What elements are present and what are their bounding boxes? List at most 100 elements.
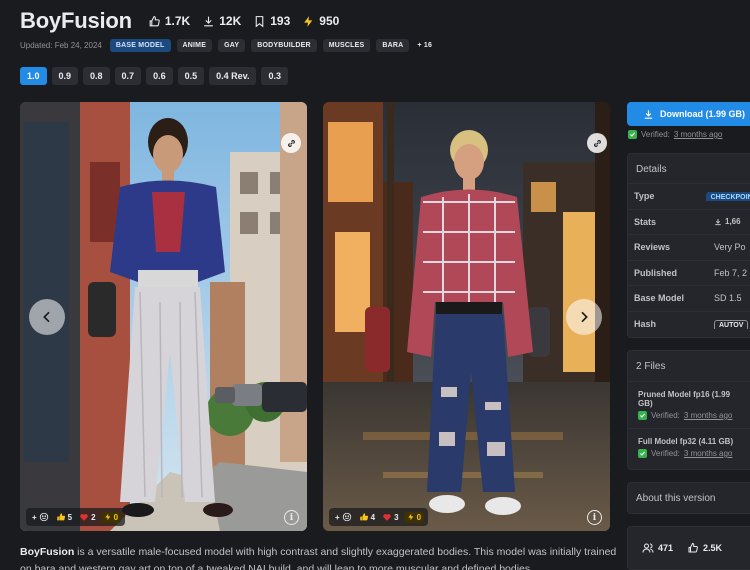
link-icon <box>593 139 601 147</box>
heart-reaction[interactable]: 3 <box>380 512 400 522</box>
title-row: BoyFusion 1.7K 12K 193 950 <box>20 6 339 36</box>
likes-stat: 1.7K <box>148 14 190 28</box>
file-name: Full Model fp32 (4.11 GB) <box>638 437 734 446</box>
details-panel: Details Type CHECKPOINT Stats 1,66 Revie… <box>627 153 750 338</box>
verified-label: Verified: <box>641 130 670 139</box>
version-tab[interactable]: 0.7 <box>114 67 142 85</box>
link-icon <box>287 139 295 147</box>
file-item[interactable]: Pruned Model fp16 (1.99 GB) Verified: 3 … <box>628 381 750 428</box>
thumbs-up-emoji-icon <box>359 513 368 521</box>
buzz-tip-button[interactable]: 0 <box>403 511 425 523</box>
version-tab[interactable]: 0.6 <box>146 67 173 85</box>
updated-date: Updated: Feb 24, 2024 <box>20 40 102 50</box>
thumbs-up-icon <box>688 542 698 553</box>
buzz-stat: 950 <box>302 14 339 28</box>
files-title[interactable]: 2 Files <box>628 351 750 381</box>
details-title[interactable]: Details <box>628 154 750 184</box>
more-tags-button[interactable]: + 16 <box>415 39 434 52</box>
heart-reaction[interactable]: 2 <box>77 512 97 522</box>
bookmarks-count: 193 <box>270 14 291 28</box>
link-button[interactable] <box>587 133 607 153</box>
version-selector: 1.0 0.9 0.8 0.7 0.6 0.5 0.4 Rev. 0.3 <box>20 67 288 85</box>
download-icon <box>715 218 721 225</box>
detail-key: Base Model <box>634 293 685 304</box>
tag-bara[interactable]: BARA <box>376 38 410 52</box>
download-icon <box>644 109 653 119</box>
heart-icon <box>383 514 391 521</box>
published-value: Feb 7, 2 <box>714 267 748 278</box>
thumbs-reaction[interactable]: 5 <box>54 512 74 522</box>
plus-icon: + <box>335 512 340 522</box>
info-icon: i <box>592 512 597 523</box>
bolt-icon <box>407 513 413 521</box>
version-tab[interactable]: 0.8 <box>83 67 110 85</box>
verified-time-link[interactable]: 3 months ago <box>674 130 722 139</box>
verified-status: Verified: 3 months ago <box>628 130 722 139</box>
detail-row-hash: Hash AUTOV <box>628 312 750 338</box>
thumbs-count: 4 <box>370 512 376 522</box>
users-count: 471 <box>658 543 674 553</box>
file-item[interactable]: Full Model fp32 (4.11 GB) Verified: 3 mo… <box>628 428 750 466</box>
tag-bodybuilder[interactable]: BODYBUILDER <box>251 38 317 52</box>
buzz-count: 0 <box>113 512 119 522</box>
info-icon: i <box>289 512 294 523</box>
about-version-panel[interactable]: About this version <box>627 482 750 514</box>
chevron-left-icon <box>43 311 50 323</box>
version-tab[interactable]: 0.9 <box>51 67 79 85</box>
about-title: About this version <box>636 493 716 504</box>
likes-stat[interactable]: 2.5K <box>687 542 722 554</box>
reviews-value[interactable]: Very Po <box>714 242 746 252</box>
plus-icon: + <box>32 512 37 522</box>
thumbs-count: 5 <box>67 512 73 522</box>
add-reaction-button[interactable]: + <box>333 512 354 522</box>
detail-key: Stats <box>634 216 657 227</box>
version-tab[interactable]: 1.0 <box>20 67 47 85</box>
reaction-bar: + 5 2 0 <box>26 508 126 526</box>
model-description: BoyFusion is a versatile male-focused mo… <box>20 544 620 570</box>
shield-check-icon <box>638 449 647 458</box>
detail-row-published: Published Feb 7, 2 <box>628 261 750 286</box>
detail-row-base-model: Base Model SD 1.5 <box>628 286 750 312</box>
version-tab[interactable]: 0.3 <box>261 67 288 85</box>
thumbs-reaction[interactable]: 4 <box>357 512 377 522</box>
thumbs-up-icon <box>149 15 160 26</box>
shield-check-icon <box>628 130 637 139</box>
version-tab[interactable]: 0.4 Rev. <box>209 67 257 85</box>
gallery-image-1[interactable]: + 5 2 0 i <box>20 102 307 531</box>
base-model-value: SD 1.5 <box>714 293 742 304</box>
gallery-image-2[interactable]: + 4 3 0 i <box>323 102 610 531</box>
prev-image-button[interactable] <box>29 299 65 335</box>
info-button[interactable]: i <box>284 510 299 525</box>
info-button[interactable]: i <box>587 510 602 525</box>
verified-time-link[interactable]: 3 months ago <box>684 411 732 420</box>
likes-count: 2.5K <box>703 543 723 553</box>
tag-muscles[interactable]: MUSCLES <box>322 38 371 52</box>
heart-icon <box>80 514 88 521</box>
next-image-button[interactable] <box>566 299 602 335</box>
tag-anime[interactable]: ANIME <box>176 38 213 52</box>
download-button[interactable]: Download (1.99 GB) <box>627 102 750 126</box>
verified-time-link[interactable]: 3 months ago <box>684 449 732 458</box>
link-button[interactable] <box>281 133 301 153</box>
description-model-name: BoyFusion <box>20 546 75 558</box>
add-reaction-button[interactable]: + <box>30 512 51 522</box>
buzz-tip-button[interactable]: 0 <box>100 511 122 523</box>
tag-base-model[interactable]: BASE MODEL <box>109 38 171 52</box>
thumbs-up-emoji-icon <box>56 513 65 521</box>
hash-type-badge[interactable]: AUTOV <box>714 320 749 330</box>
smiley-icon <box>342 512 351 522</box>
detail-key: Hash <box>634 319 657 330</box>
stats-downloads: 1,66 <box>725 217 741 227</box>
heart-count: 3 <box>394 512 399 522</box>
buzz-count: 0 <box>416 512 422 522</box>
detail-row-stats: Stats 1,66 <box>628 210 750 235</box>
files-panel: 2 Files Pruned Model fp16 (1.99 GB) Veri… <box>627 350 750 470</box>
tag-gay[interactable]: GAY <box>218 38 246 52</box>
users-icon <box>642 543 654 553</box>
version-tab[interactable]: 0.5 <box>177 67 205 85</box>
detail-key: Reviews <box>634 242 671 253</box>
bolt-icon <box>304 15 313 27</box>
detail-key: Published <box>634 267 678 278</box>
detail-row-reviews: Reviews Very Po <box>628 235 750 261</box>
detail-key: Type <box>634 191 655 202</box>
